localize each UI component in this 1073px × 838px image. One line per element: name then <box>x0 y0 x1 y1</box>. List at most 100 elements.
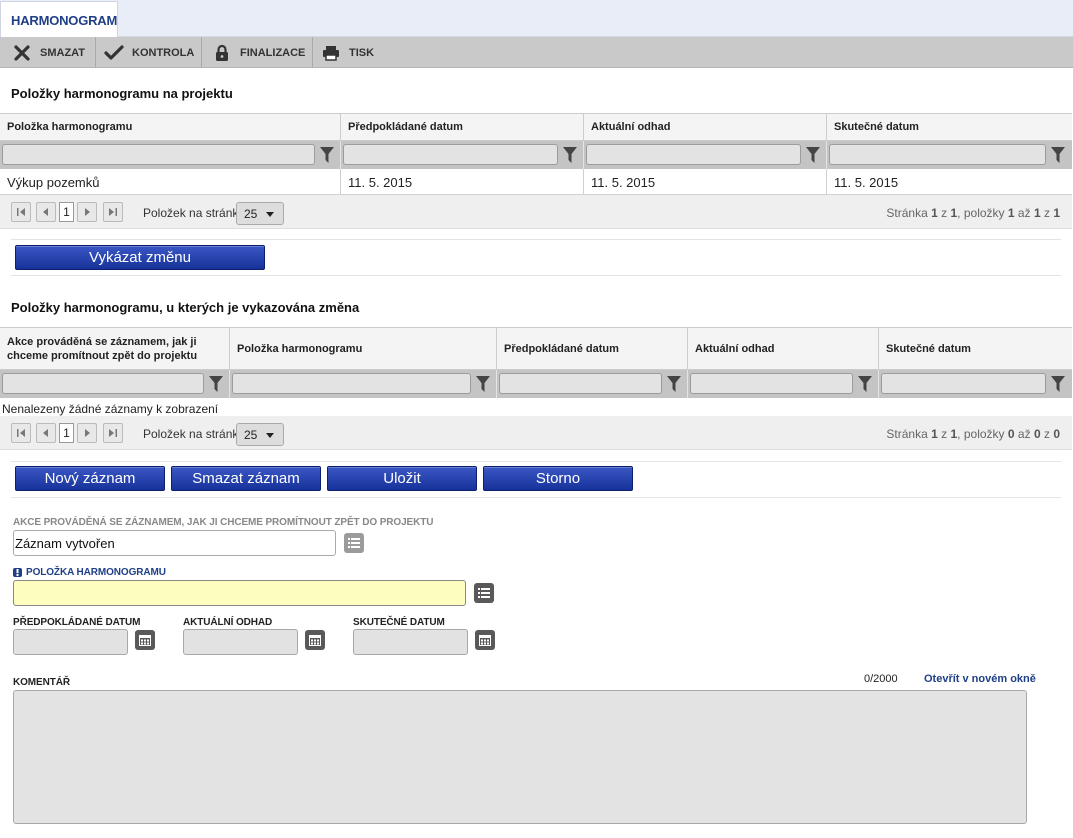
filter-icon[interactable] <box>1051 147 1065 163</box>
filter-icon[interactable] <box>563 147 577 163</box>
next-page-icon <box>85 429 90 437</box>
filter-input[interactable] <box>586 144 801 165</box>
delete-record-button[interactable]: Smazat záznam <box>171 466 321 491</box>
pager-page: 1 <box>931 206 938 220</box>
items-grid: Položka harmonogramu Předpokládané datum… <box>0 113 1072 195</box>
calendar-icon <box>479 635 491 646</box>
per-page-value: 25 <box>244 207 258 221</box>
column-header-item[interactable]: Položka harmonogramu <box>0 114 341 140</box>
delete-button[interactable]: SMAZAT <box>0 37 96 68</box>
first-page-button[interactable] <box>11 202 31 222</box>
open-new-window-link[interactable]: Otevřít v novém okně <box>924 673 1036 685</box>
column-header-expected-date[interactable]: Předpokládané datum <box>497 328 688 369</box>
prev-page-button[interactable] <box>36 423 56 443</box>
pager-word-to: až <box>1017 427 1031 441</box>
pager-word-page: Stránka <box>886 206 928 220</box>
filter-icon[interactable] <box>476 376 490 392</box>
pager-total: 1 <box>1053 206 1060 220</box>
cancel-button[interactable]: Storno <box>483 466 633 491</box>
tab-bar: HARMONOGRAM <box>0 0 1073 37</box>
estimate-calendar-button[interactable] <box>305 630 325 650</box>
filter-icon[interactable] <box>1051 376 1065 392</box>
filter-input[interactable] <box>690 373 853 394</box>
page-number[interactable]: 1 <box>59 202 74 222</box>
comment-textarea[interactable] <box>13 690 1027 824</box>
save-button[interactable]: Uložit <box>327 466 477 491</box>
new-record-button[interactable]: Nový záznam <box>15 466 165 491</box>
divider <box>11 239 1061 240</box>
filter-icon[interactable] <box>858 376 872 392</box>
expected-date-field[interactable] <box>13 629 128 655</box>
per-page-value: 25 <box>244 428 258 442</box>
tab-harmonogram[interactable]: HARMONOGRAM <box>0 1 118 37</box>
filter-input[interactable] <box>881 373 1046 394</box>
item-field[interactable] <box>13 580 466 606</box>
column-header-estimate[interactable]: Aktuální odhad <box>584 114 827 140</box>
grid-filter-row <box>0 370 1072 398</box>
pager-word-of: z <box>1043 427 1050 441</box>
estimate-field[interactable] <box>183 629 298 655</box>
per-page-select[interactable]: 25 <box>236 423 284 446</box>
grid-header: Akce prováděná se záznamem, jak ji chcem… <box>0 327 1072 370</box>
last-page-icon <box>109 208 117 216</box>
filter-icon[interactable] <box>320 147 334 163</box>
print-button[interactable]: TISK <box>313 37 383 68</box>
filter-input[interactable] <box>2 144 315 165</box>
check-button[interactable]: KONTROLA <box>96 37 202 68</box>
check-button-label: KONTROLA <box>132 46 195 59</box>
pager-from: 1 <box>1007 206 1015 220</box>
column-header-expected-date[interactable]: Předpokládané datum <box>341 114 584 140</box>
column-header-item[interactable]: Položka harmonogramu <box>230 328 497 369</box>
chevron-down-icon <box>266 433 274 438</box>
action-field[interactable]: Záznam vytvořen <box>13 530 336 556</box>
last-page-button[interactable] <box>103 202 123 222</box>
next-page-button[interactable] <box>77 423 97 443</box>
lock-icon <box>212 43 232 63</box>
column-header-actual-date[interactable]: Skutečné datum <box>827 114 1072 140</box>
item-label: POLOŽKA HARMONOGRAMU <box>26 567 166 578</box>
pager-info: Stránka 1 z 1, položky 1 až 1 z 1 <box>886 206 1060 220</box>
page-number[interactable]: 1 <box>59 423 74 443</box>
last-page-button[interactable] <box>103 423 123 443</box>
column-header-actual-date[interactable]: Skutečné datum <box>879 328 1072 369</box>
finalize-button[interactable]: FINALIZACE <box>202 37 313 68</box>
toolbar: SMAZAT KONTROLA FINALIZACE TISK <box>0 37 1073 68</box>
column-header-estimate[interactable]: Aktuální odhad <box>688 328 879 369</box>
delete-button-label: SMAZAT <box>40 46 86 59</box>
table-row[interactable]: Výkup pozemků 11. 5. 2015 11. 5. 2015 11… <box>0 169 1072 195</box>
print-icon <box>321 43 341 63</box>
report-change-button[interactable]: Vykázat změnu <box>15 245 265 270</box>
actual-date-calendar-button[interactable] <box>475 630 495 650</box>
filter-icon[interactable] <box>806 147 820 163</box>
next-page-button[interactable] <box>77 202 97 222</box>
cell-estimate: 11. 5. 2015 <box>584 169 827 194</box>
per-page-select[interactable]: 25 <box>236 202 284 225</box>
filter-input[interactable] <box>499 373 662 394</box>
actual-date-field[interactable] <box>353 629 468 655</box>
pager-from: 0 <box>1007 427 1015 441</box>
prev-page-button[interactable] <box>36 202 56 222</box>
filter-input[interactable] <box>829 144 1046 165</box>
filter-input[interactable] <box>2 373 204 394</box>
filter-cell <box>879 370 1072 398</box>
filter-icon[interactable] <box>209 376 223 392</box>
first-page-icon <box>17 429 25 437</box>
filter-icon[interactable] <box>667 376 681 392</box>
divider <box>11 497 1061 498</box>
item-list-button[interactable] <box>474 583 494 603</box>
expected-date-calendar-button[interactable] <box>135 630 155 650</box>
filter-input[interactable] <box>343 144 558 165</box>
first-page-icon <box>17 208 25 216</box>
actual-date-label: SKUTEČNÉ DATUM <box>353 617 445 628</box>
section-title-items: Položky harmonogramu na projektu <box>11 86 233 101</box>
filter-cell <box>584 141 827 169</box>
filter-input[interactable] <box>232 373 471 394</box>
filter-cell <box>827 141 1072 169</box>
column-header-action[interactable]: Akce prováděná se záznamem, jak ji chcem… <box>0 328 230 369</box>
comment-label: KOMENTÁŘ <box>13 677 70 688</box>
per-page-label: Položek na stránku <box>143 206 246 220</box>
grid-filter-row <box>0 141 1072 169</box>
first-page-button[interactable] <box>11 423 31 443</box>
pager-word-of: z <box>1043 206 1050 220</box>
action-list-button[interactable] <box>344 533 364 553</box>
